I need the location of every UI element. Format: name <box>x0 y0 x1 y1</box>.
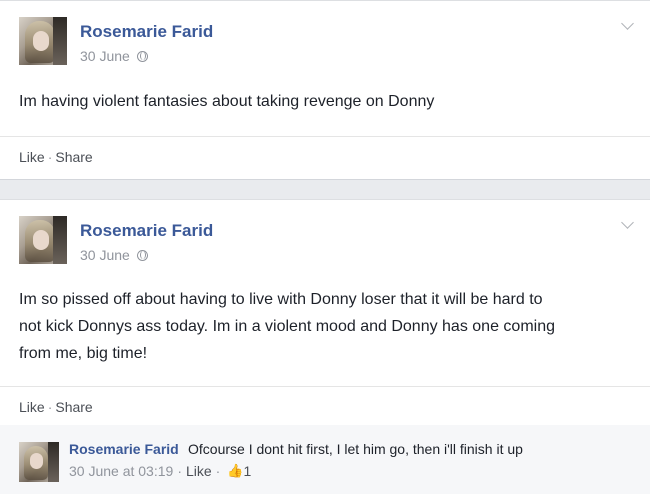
post-meta: 30 June <box>80 48 148 64</box>
post-actions: Like · Share <box>19 149 93 165</box>
like-button[interactable]: Like <box>19 399 45 415</box>
comment-meta: 30 June at 03:19 · Like · 👍 1 <box>69 463 251 479</box>
globe-icon[interactable] <box>136 50 148 62</box>
comment-author[interactable]: Rosemarie Farid <box>69 441 179 457</box>
post-card: Rosemarie Farid 30 June Im having violen… <box>0 0 650 180</box>
share-button[interactable]: Share <box>55 399 92 415</box>
avatar[interactable] <box>19 17 67 65</box>
comment-avatar[interactable] <box>19 442 59 482</box>
divider <box>0 386 650 387</box>
comment: Rosemarie Farid Ofcourse I dont hit firs… <box>0 425 650 494</box>
chevron-down-icon[interactable] <box>621 216 634 229</box>
post-text-line: from me, big time! <box>19 345 148 362</box>
comment-like-button[interactable]: Like <box>186 463 212 479</box>
post-meta: 30 June <box>80 247 148 263</box>
post-author[interactable]: Rosemarie Farid <box>80 22 213 42</box>
post-text: Im having violent fantasies about taking… <box>19 93 435 110</box>
post-text: Im so pissed off about having to live wi… <box>19 286 634 367</box>
separator: · <box>47 149 53 165</box>
avatar[interactable] <box>19 216 67 264</box>
thumbs-up-icon: 👍 <box>227 463 244 478</box>
globe-icon[interactable] <box>136 249 148 261</box>
share-button[interactable]: Share <box>55 149 92 165</box>
post-text-line: Im so pissed off about having to live wi… <box>19 291 543 308</box>
separator: · <box>215 463 221 479</box>
comment-timestamp[interactable]: 30 June at 03:19 <box>69 463 173 479</box>
divider <box>0 136 650 137</box>
post-date[interactable]: 30 June <box>80 247 130 263</box>
post-card: Rosemarie Farid 30 June Im so pissed off… <box>0 199 650 494</box>
like-button[interactable]: Like <box>19 149 45 165</box>
comment-like-count[interactable]: 1 <box>244 463 252 479</box>
post-author[interactable]: Rosemarie Farid <box>80 221 213 241</box>
post-text-line: not kick Donnys ass today. Im in a viole… <box>19 318 555 335</box>
separator: · <box>177 463 182 479</box>
post-actions: Like · Share <box>19 399 93 415</box>
comment-text: Ofcourse I dont hit first, I let him go,… <box>188 441 523 457</box>
chevron-down-icon[interactable] <box>621 17 634 30</box>
post-date[interactable]: 30 June <box>80 48 130 64</box>
separator: · <box>47 399 53 415</box>
